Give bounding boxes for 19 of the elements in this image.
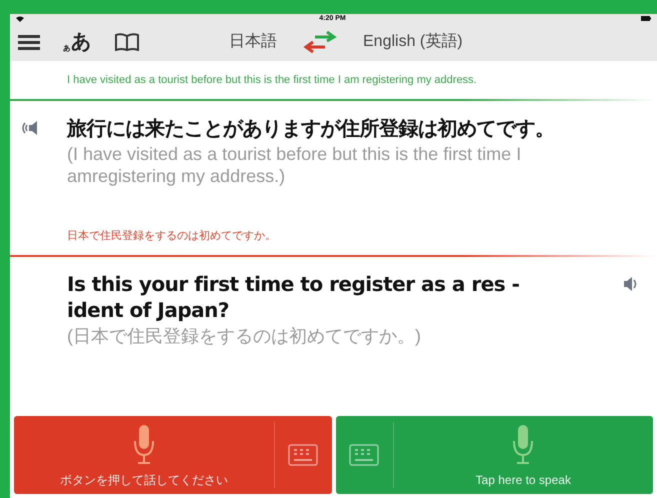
microphone-icon — [512, 425, 534, 465]
microphone-icon — [132, 425, 155, 465]
wifi-icon — [16, 16, 24, 22]
source-language[interactable]: 日本語 — [229, 30, 277, 54]
speak-button[interactable]: ボタンを押して話してください — [14, 416, 332, 494]
back-translation: I have visited as a tourist before but this is the first time I am registering my address. — [66, 73, 478, 87]
swap-arrows-icon[interactable] — [303, 31, 337, 53]
translation-text: (I have visited as a tourist before but this is the first time I amregistering my address.) — [67, 143, 522, 187]
message-text: 旅行には来たことがありますが住所登録は初めてです。 — [67, 115, 556, 141]
battery-icon — [641, 16, 651, 21]
target-language[interactable]: English (英語) — [363, 30, 463, 54]
translation-text: (日本で住民登録をするのは初めてですか。) — [67, 325, 422, 347]
speak-label: ボタンを押して話してください — [60, 472, 228, 489]
message-text: Is this your first time to register as a res -ident of Japan? — [67, 271, 520, 323]
back-translation: 日本で住民登録をするのは初めてですか。 — [66, 229, 277, 243]
menu-icon[interactable] — [18, 34, 40, 50]
font-size-button[interactable]: ぁあ — [62, 32, 91, 52]
speak-label: Tap here to speak — [476, 472, 571, 489]
book-icon[interactable] — [115, 33, 139, 51]
